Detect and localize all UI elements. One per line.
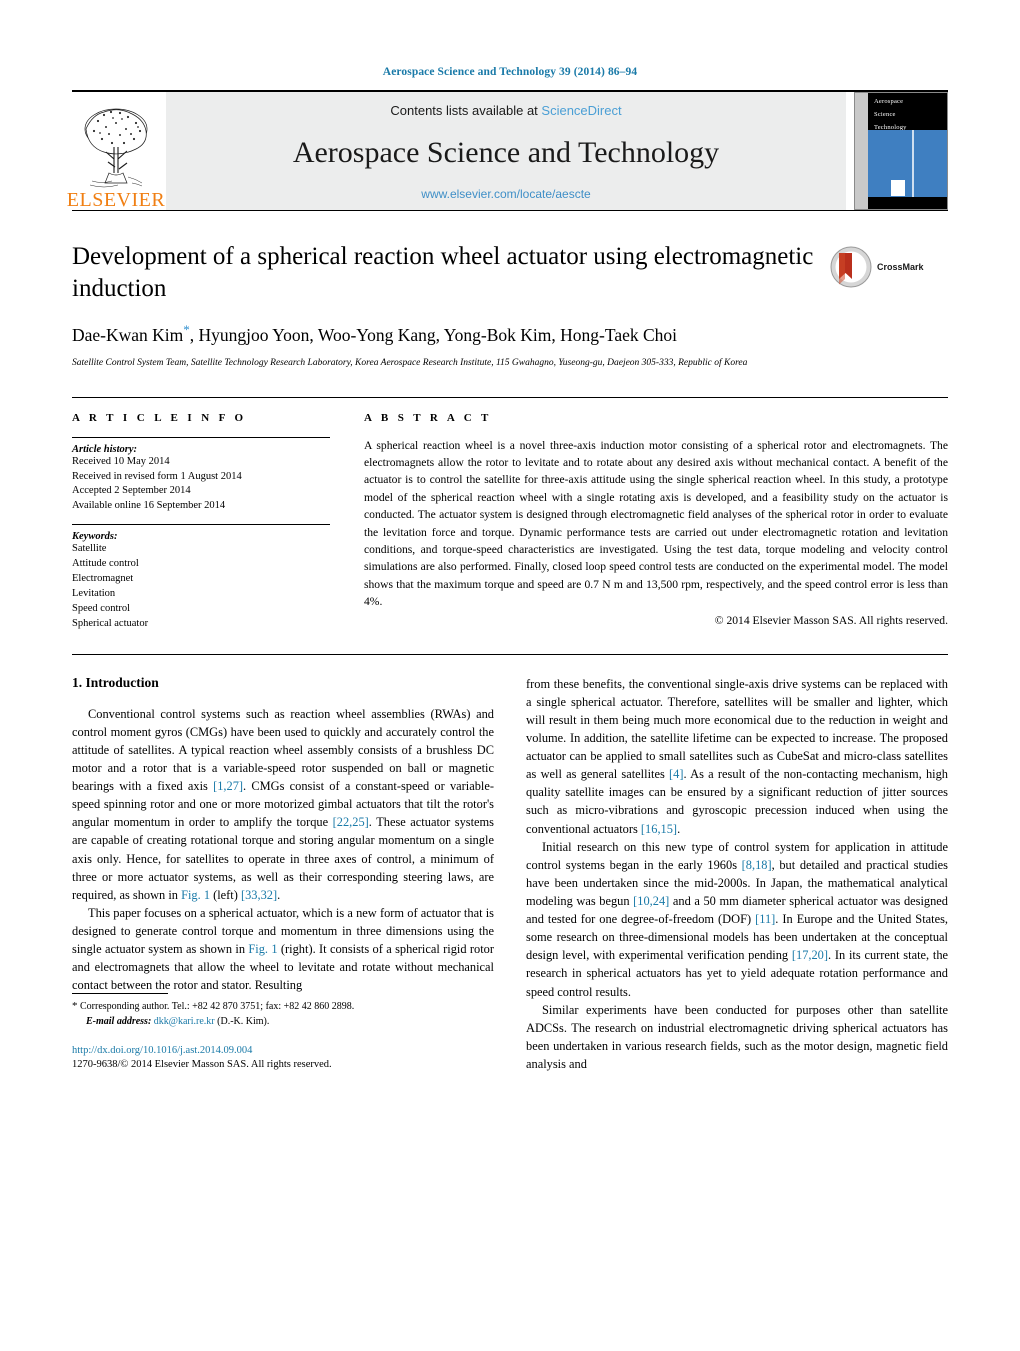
elsevier-wordmark: ELSEVIER [66,189,166,211]
article-info-rule [72,436,330,438]
keyword-item: Electromagnet [72,573,134,585]
body-paragraph: Conventional control systems such as rea… [72,705,494,904]
keywords-block: Keywords: Satellite Attitude control Ele… [72,524,330,631]
citation-link[interactable]: [22,25] [333,815,369,829]
journal-cover-thumbnail: Aerospace Science Technology [854,92,948,210]
doi-link[interactable]: http://dx.doi.org/10.1016/j.ast.2014.09.… [72,1044,494,1059]
citation-link[interactable]: Fig. 1 [181,888,210,902]
cover-title-line-1: Aerospace [874,98,904,105]
cover-left-strip [855,93,868,209]
footnote-star-marker: * [72,1000,78,1013]
keywords-rule [72,524,330,526]
cover-divider-line [912,130,914,197]
section-heading-introduction: 1. Introduction [72,674,159,690]
paragraph-text: Similar experiments have been conducted … [526,1002,948,1071]
masthead-bottom-rule [72,210,948,211]
journal-url-link[interactable]: www.elsevier.com/locate/aescte [421,187,590,201]
left-paragraphs: Conventional control systems such as rea… [72,705,494,995]
abstract-copyright: © 2014 Elsevier Masson SAS. All rights r… [714,613,948,627]
article-info-heading: A R T I C L E I N F O [72,411,247,424]
citation-link[interactable]: [17,20] [792,948,828,962]
journal-banner: Contents lists available at ScienceDirec… [166,92,846,210]
crossmark-label: CrossMark [877,262,924,272]
running-head: Aerospace Science and Technology 39 (201… [382,66,638,78]
cover-title-line-2: Science [874,111,896,118]
keywords-title: Keywords: [72,531,118,543]
sciencedirect-link[interactable]: ScienceDirect [541,103,621,118]
history-item: Available online 16 September 2014 [72,500,226,512]
body-column-right: from these benefits, the conventional si… [526,675,948,1073]
email-label: E-mail address: [86,1016,152,1028]
article-history-title: Article history: [72,443,138,455]
title-block: Development of a spherical reaction whee… [72,241,948,371]
cover-bottom-band [868,197,947,209]
abstract-text: A spherical reaction wheel is a novel th… [364,438,948,609]
author-list: Dae-Kwan Kim*, Hyungjoo Yoon, Woo-Yong K… [72,322,948,346]
journal-title: Aerospace Science and Technology [292,135,720,169]
citation-link[interactable]: Fig. 1 [248,942,277,956]
paragraph-text: . [677,821,681,836]
keyword-item: Spherical actuator [72,617,149,629]
keyword-item: Attitude control [72,558,139,570]
contents-line: Contents lists available at ScienceDirec… [390,103,621,118]
citation-link[interactable]: [16,15] [641,822,677,836]
crossmark-icon [830,246,872,288]
keyword-item: Levitation [72,587,116,599]
citation-link[interactable]: [8,18] [742,858,772,872]
elsevier-logo: ELSEVIER [67,92,165,210]
body-paragraph: Similar experiments have been conducted … [526,1001,948,1073]
crossmark-badge[interactable]: CrossMark [830,245,948,289]
email-owner: (D.-K. Kim). [214,1016,270,1028]
paragraph-text: . [277,887,281,902]
citation-link[interactable]: [10,24] [633,894,669,908]
citation-link[interactable]: [1,27] [213,779,243,793]
journal-masthead: ELSEVIER Contents lists available at Sci… [67,90,948,210]
paragraph-text: from these benefits, the conventional si… [526,676,948,782]
body-columns: 1. Introduction Conventional control sys… [72,675,948,1073]
elsevier-tree-icon [84,108,148,188]
cover-elsevier-mark-icon [891,180,905,196]
corresponding-author-footnote: * Corresponding author. Tel.: +82 42 870… [72,999,494,1029]
body-paragraph: Initial research on this new type of con… [526,838,948,1001]
citation-link[interactable]: [11] [755,912,775,926]
abstract-heading: A B S T R A C T [364,411,492,424]
contents-prefix: Contents lists available at [390,103,542,118]
author-list-rest: , Hyungjoo Yoon, Woo-Yong Kang, Yong-Bok… [189,324,678,345]
footnote-area: * Corresponding author. Tel.: +82 42 870… [72,993,494,1073]
citation-link[interactable]: [4] [669,767,683,781]
footnote-rule [72,993,168,995]
publication-meta: http://dx.doi.org/10.1016/j.ast.2014.09.… [72,1044,494,1073]
body-top-rule [72,653,948,655]
keyword-item: Speed control [72,602,131,614]
footnote-contact-text: Corresponding author. Tel.: +82 42 870 3… [80,1001,355,1013]
citation-link[interactable]: [33,32] [241,888,277,902]
paper-page: Aerospace Science and Technology 39 (201… [0,0,1020,1351]
body-paragraph: from these benefits, the conventional si… [526,675,948,838]
history-item: Received 10 May 2014 [72,455,170,467]
right-paragraphs: from these benefits, the conventional si… [526,675,948,1073]
email-link[interactable]: dkk@kari.re.kr [154,1016,215,1027]
body-paragraph: This paper focuses on a spherical actuat… [72,904,494,995]
history-item: Accepted 2 September 2014 [72,485,191,497]
cover-blue-body [868,130,947,197]
history-item: Received in revised form 1 August 2014 [72,470,242,482]
abstract-column: A B S T R A C T A spherical reaction whe… [348,412,948,632]
affiliation: Satellite Control System Team, Satellite… [72,357,748,368]
keyword-item: Satellite [72,543,107,555]
paragraph-text: (left) [210,887,241,902]
author-corresponding: Dae-Kwan Kim [72,324,184,345]
page-title: Development of a spherical reaction whee… [72,243,814,302]
cover-title-band: Aerospace Science Technology [868,93,947,131]
info-abstract-section: A R T I C L E I N F O Article history: R… [72,396,948,632]
body-column-left: 1. Introduction Conventional control sys… [72,675,494,1073]
article-info-column: A R T I C L E I N F O Article history: R… [72,412,348,632]
issn-copyright-line: 1270-9638/© 2014 Elsevier Masson SAS. Al… [72,1059,332,1071]
